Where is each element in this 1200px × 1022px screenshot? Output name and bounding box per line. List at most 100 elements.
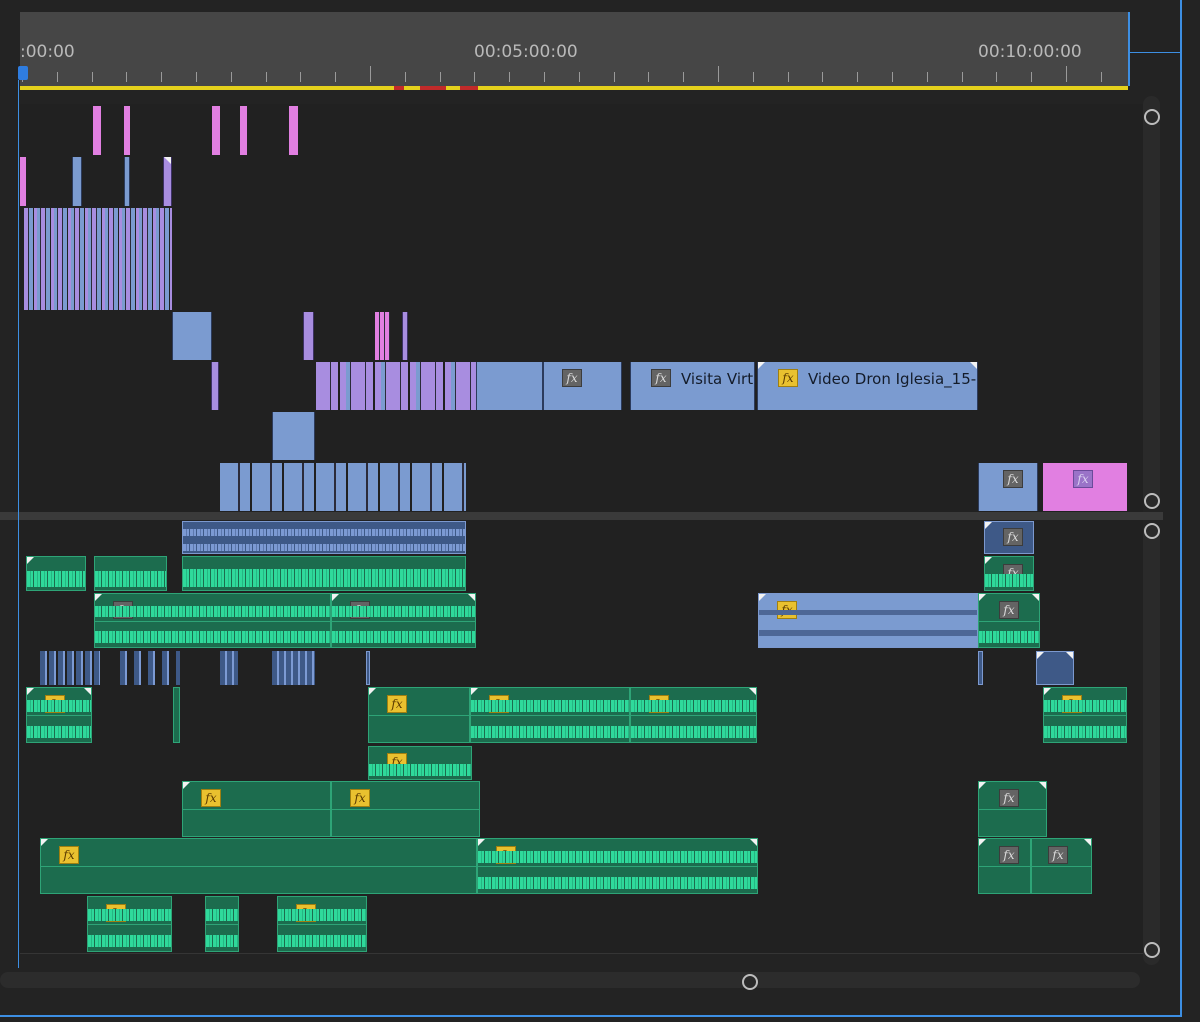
scrollbar-handle[interactable] [1144, 942, 1160, 958]
audio-clip[interactable]: fx [331, 781, 480, 837]
video-clip[interactable] [124, 106, 130, 155]
video-clip[interactable] [93, 106, 101, 155]
fx-badge[interactable]: fx [387, 695, 407, 713]
video-clip[interactable]: fx [543, 362, 622, 410]
audio-clip[interactable]: fx [368, 687, 470, 743]
video-track-v1[interactable] [20, 463, 1143, 514]
audio-clip[interactable]: fx [40, 838, 477, 894]
fx-badge[interactable]: fx [778, 369, 798, 387]
video-audio-divider[interactable] [0, 512, 1163, 520]
fx-badge[interactable]: fx [999, 601, 1019, 619]
video-track-v5[interactable] [20, 206, 1143, 313]
audio-tracks-vertical-scrollbar[interactable] [1143, 523, 1160, 965]
video-clip[interactable] [163, 157, 172, 206]
horizontal-scrollbar[interactable] [0, 972, 1140, 988]
panel-border [1130, 52, 1182, 53]
audio-clip[interactable]: fx [630, 687, 757, 743]
fx-badge[interactable]: fx [350, 789, 370, 807]
playhead-handle[interactable] [18, 66, 28, 80]
audio-clip[interactable] [366, 651, 370, 685]
audio-waveform [95, 605, 330, 618]
time-ruler[interactable]: :00:00 00:05:00:00 00:10:00:00 [20, 12, 1128, 86]
video-clip-group[interactable] [316, 362, 476, 410]
timecode-start: :00:00 [20, 42, 75, 62]
playhead-line[interactable] [18, 80, 19, 968]
audio-clip-group[interactable] [40, 651, 100, 685]
fx-badge[interactable]: fx [201, 789, 221, 807]
video-clip[interactable] [124, 157, 130, 206]
panel-border [1180, 0, 1182, 1016]
audio-clip[interactable]: fx [978, 593, 1040, 648]
video-clip[interactable] [375, 312, 390, 360]
video-clip-video-dron[interactable]: fx Video Dron Iglesia_15- [757, 362, 978, 410]
scrollbar-handle[interactable] [1144, 493, 1160, 509]
fx-badge[interactable]: fx [1048, 846, 1068, 864]
scrollbar-handle[interactable] [1144, 523, 1160, 539]
video-clip-group[interactable] [24, 208, 172, 310]
video-clip[interactable] [212, 106, 220, 155]
scrollbar-handle[interactable] [742, 974, 758, 990]
audio-clip[interactable] [978, 651, 983, 685]
video-clip[interactable] [172, 312, 212, 360]
audio-track-a9[interactable] [20, 895, 1143, 954]
audio-clip-group[interactable] [120, 651, 180, 685]
ruler-tick [926, 72, 928, 82]
audio-clip[interactable] [220, 651, 238, 685]
video-clip[interactable] [240, 106, 247, 155]
video-track-v7[interactable] [20, 104, 1143, 156]
fx-badge[interactable]: fx [1073, 470, 1093, 488]
audio-clip[interactable] [94, 556, 167, 591]
audio-clip-group[interactable] [182, 521, 466, 554]
video-clip[interactable] [72, 157, 82, 206]
video-clip[interactable] [20, 157, 26, 206]
audio-clip[interactable]: fx [1043, 687, 1127, 743]
video-track-v6[interactable] [20, 155, 1143, 207]
audio-clip[interactable]: fx [758, 593, 978, 648]
audio-clip[interactable]: fx [984, 521, 1034, 554]
video-clip[interactable] [476, 362, 543, 410]
audio-clip[interactable] [205, 896, 239, 952]
audio-clip[interactable]: fx [368, 746, 472, 780]
fx-badge[interactable]: fx [651, 369, 671, 387]
fx-badge[interactable]: fx [1003, 470, 1023, 488]
audio-clip[interactable] [173, 687, 180, 743]
audio-clip[interactable]: fx [277, 896, 367, 952]
fx-badge[interactable]: fx [1003, 528, 1023, 546]
audio-clip[interactable]: fx [26, 687, 92, 743]
audio-clip[interactable]: fx [978, 781, 1047, 837]
audio-clip[interactable]: fx [87, 896, 172, 952]
fx-badge[interactable]: fx [999, 789, 1019, 807]
video-clip[interactable] [402, 312, 408, 360]
ruler-tick [91, 72, 93, 82]
video-clip[interactable] [211, 362, 219, 410]
video-clip-visita[interactable]: fx Visita Virt [630, 362, 755, 410]
video-clip[interactable]: fx [1043, 463, 1127, 511]
video-clip[interactable] [303, 312, 314, 360]
audio-clip[interactable]: fx [470, 687, 630, 743]
fx-badge[interactable]: fx [999, 846, 1019, 864]
audio-clip[interactable] [1036, 651, 1074, 685]
scrollbar-handle[interactable] [1144, 109, 1160, 125]
audio-clip[interactable]: fx [1031, 838, 1092, 894]
audio-clip[interactable]: fx [477, 838, 758, 894]
clip-corner-marker [27, 557, 34, 564]
audio-track-a4[interactable] [20, 649, 1143, 687]
fx-badge[interactable]: fx [59, 846, 79, 864]
fx-badge[interactable]: fx [562, 369, 582, 387]
video-clip[interactable]: fx [978, 463, 1038, 511]
video-track-v2[interactable] [20, 412, 1143, 464]
audio-clip[interactable] [272, 651, 315, 685]
timeline-panel: :00:00 00:05:00:00 00:10:00:00 fx fx Vis… [0, 0, 1200, 1022]
audio-clip[interactable]: fx [984, 556, 1034, 591]
video-clip[interactable] [272, 412, 315, 460]
video-clip-group[interactable] [220, 463, 466, 511]
audio-clip[interactable]: fx [331, 593, 476, 648]
video-clip[interactable] [289, 106, 298, 155]
audio-clip[interactable] [26, 556, 86, 591]
audio-track-a6[interactable] [20, 743, 1143, 781]
audio-clip[interactable]: fx [94, 593, 331, 648]
audio-clip[interactable]: fx [978, 838, 1031, 894]
video-tracks-vertical-scrollbar[interactable] [1143, 96, 1160, 506]
audio-clip-group[interactable] [182, 556, 466, 591]
audio-clip[interactable]: fx [182, 781, 331, 837]
